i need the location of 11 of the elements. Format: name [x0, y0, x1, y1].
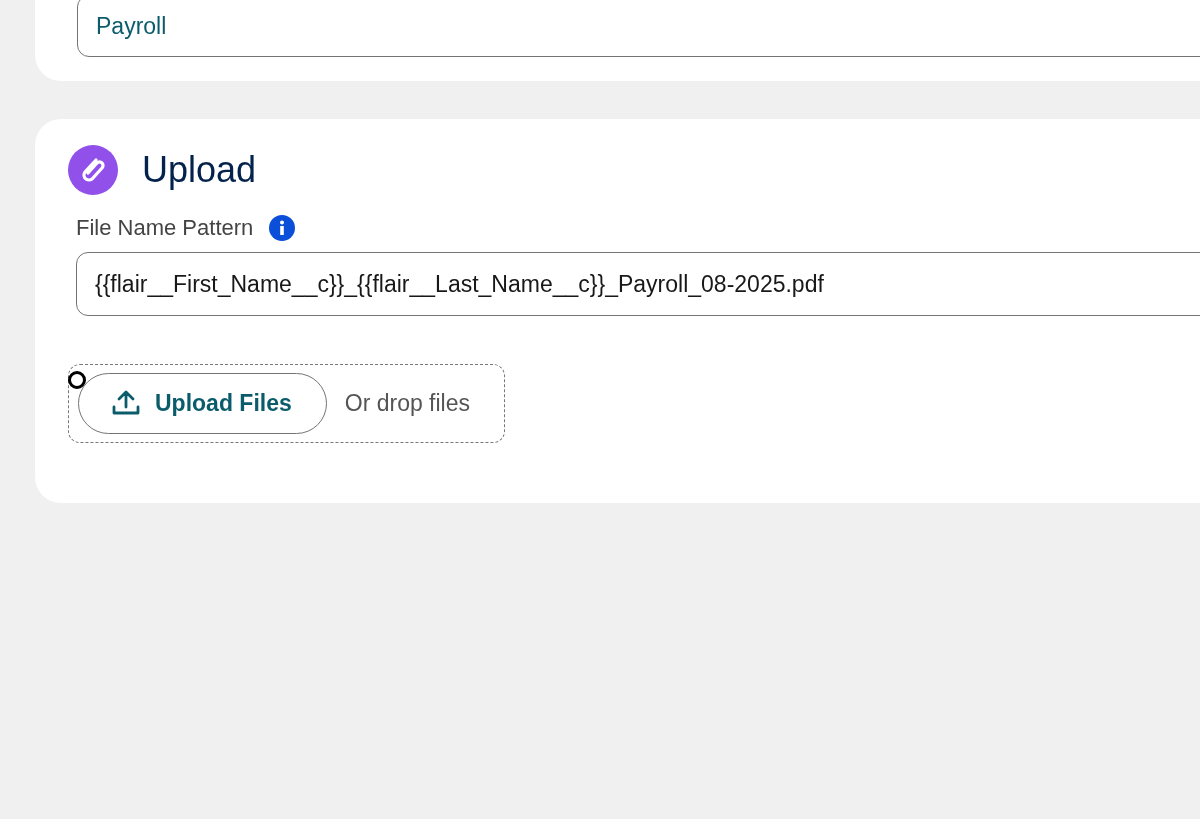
input-field[interactable]: {{flair__First_Name__c}}_{{flair__Last_Name__c}}_Payroll_08-2025.pdf	[76, 252, 1200, 316]
drop-hint: Or drop files	[344, 389, 470, 418]
cursor-marker-icon	[68, 371, 86, 389]
section-title: Upload	[142, 148, 257, 192]
upload-icon	[111, 390, 141, 417]
paperclip-icon	[68, 145, 118, 195]
upload-files-button[interactable]: Upload Files	[78, 373, 327, 434]
field-label: File Name Pattern	[76, 214, 254, 242]
drop-zone[interactable]: Upload Files Or drop files	[68, 364, 505, 443]
info-icon[interactable]	[269, 214, 296, 241]
text-field[interactable]: Payroll	[77, 0, 1200, 57]
